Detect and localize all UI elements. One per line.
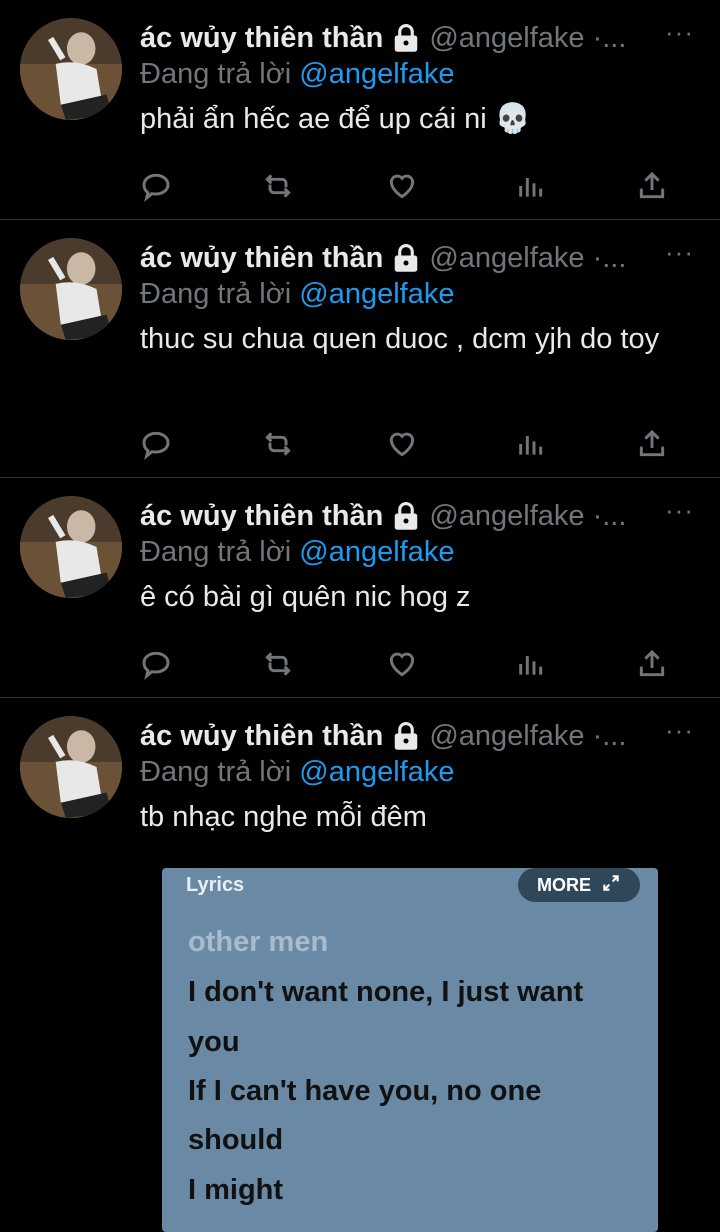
user-handle[interactable]: @angelfake ·...	[429, 242, 626, 275]
reply-icon[interactable]	[140, 170, 176, 206]
lyrics-line: should	[188, 1124, 284, 1156]
lyrics-line: other men	[188, 926, 329, 958]
reply-prefix: Đang trả lời	[140, 536, 292, 568]
tweet-header: ác wủy thiên thần @angelfake ·...	[140, 238, 700, 278]
lyrics-line: I might	[188, 1174, 284, 1206]
lyrics-title: Lyrics	[186, 874, 245, 896]
analytics-icon[interactable]	[514, 170, 550, 206]
avatar-photo	[20, 496, 122, 598]
avatar[interactable]	[20, 238, 122, 340]
replying-to: Đang trả lời @angelfake	[140, 58, 454, 91]
lyrics-line: If I can't have you, no one	[188, 1075, 542, 1107]
share-icon[interactable]	[636, 428, 672, 464]
tweet-header: ác wủy thiên thần @angelfake ·...	[140, 716, 700, 756]
retweet-icon[interactable]	[262, 648, 298, 684]
reply-mention[interactable]: @angelfake	[299, 278, 454, 310]
display-name[interactable]: ác wủy thiên thần	[140, 242, 383, 275]
lock-icon	[391, 501, 421, 531]
reply-mention[interactable]: @angelfake	[299, 58, 454, 90]
like-icon[interactable]	[386, 428, 422, 464]
divider	[0, 697, 720, 698]
expand-icon	[601, 873, 621, 898]
tweet-text: thuc su chua quen duoc , dcm yjh do toy	[140, 323, 660, 355]
tweet-media-image[interactable]: Lyrics MORE other men I don't want none,…	[162, 868, 658, 1232]
avatar-photo	[20, 18, 122, 120]
tweet[interactable]: ác wủy thiên thần @angelfake ·... ··· Đa…	[0, 238, 720, 476]
share-icon[interactable]	[636, 170, 672, 206]
avatar[interactable]	[20, 18, 122, 120]
retweet-icon[interactable]	[262, 170, 298, 206]
display-name[interactable]: ác wủy thiên thần	[140, 22, 383, 55]
divider	[0, 477, 720, 478]
like-icon[interactable]	[386, 648, 422, 684]
analytics-icon[interactable]	[514, 648, 550, 684]
lock-icon	[391, 243, 421, 273]
lyrics-line: you	[188, 1026, 240, 1058]
lyrics-more-label: MORE	[537, 874, 591, 895]
more-options-icon[interactable]: ···	[665, 497, 694, 523]
display-name[interactable]: ác wủy thiên thần	[140, 500, 383, 533]
user-handle[interactable]: @angelfake ·...	[429, 500, 626, 533]
tweet-actions	[140, 428, 680, 468]
more-options-icon[interactable]: ···	[665, 717, 694, 743]
reply-prefix: Đang trả lời	[140, 58, 292, 90]
like-icon[interactable]	[386, 170, 422, 206]
lyrics-more-button[interactable]: MORE	[518, 868, 640, 902]
reply-mention[interactable]: @angelfake	[299, 756, 454, 788]
retweet-icon[interactable]	[262, 428, 298, 464]
tweet-header: ác wủy thiên thần @angelfake ·...	[140, 18, 700, 58]
tweet-text: tb nhạc nghe mỗi đêm	[140, 801, 427, 833]
tweet-actions	[140, 648, 680, 688]
lock-icon	[391, 23, 421, 53]
analytics-icon[interactable]	[514, 428, 550, 464]
display-name[interactable]: ác wủy thiên thần	[140, 720, 383, 753]
tweet-header: ác wủy thiên thần @angelfake ·...	[140, 496, 700, 536]
reply-icon[interactable]	[140, 648, 176, 684]
share-icon[interactable]	[636, 648, 672, 684]
tweet-text: phải ẩn hếc ae để up cái ni 💀	[140, 103, 531, 135]
reply-prefix: Đang trả lời	[140, 278, 292, 310]
divider	[0, 219, 720, 220]
user-handle[interactable]: @angelfake ·...	[429, 720, 626, 753]
user-handle[interactable]: @angelfake ·...	[429, 22, 626, 55]
more-options-icon[interactable]: ···	[665, 239, 694, 265]
avatar[interactable]	[20, 716, 122, 818]
tweet-actions	[140, 170, 680, 210]
avatar-photo	[20, 716, 122, 818]
replying-to: Đang trả lời @angelfake	[140, 536, 454, 569]
reply-icon[interactable]	[140, 428, 176, 464]
tweet[interactable]: ác wủy thiên thần @angelfake ·... ··· Đa…	[0, 18, 720, 218]
lock-icon	[391, 721, 421, 751]
avatar[interactable]	[20, 496, 122, 598]
replying-to: Đang trả lời @angelfake	[140, 278, 454, 311]
more-options-icon[interactable]: ···	[665, 19, 694, 45]
tweet[interactable]: ác wủy thiên thần @angelfake ·... ··· Đa…	[0, 496, 720, 696]
reply-mention[interactable]: @angelfake	[299, 536, 454, 568]
avatar-photo	[20, 238, 122, 340]
reply-prefix: Đang trả lời	[140, 756, 292, 788]
tweet-text: ê có bài gì quên nic hog z	[140, 581, 471, 613]
replying-to: Đang trả lời @angelfake	[140, 756, 454, 789]
lyrics-line: I don't want none, I just want	[188, 976, 584, 1008]
